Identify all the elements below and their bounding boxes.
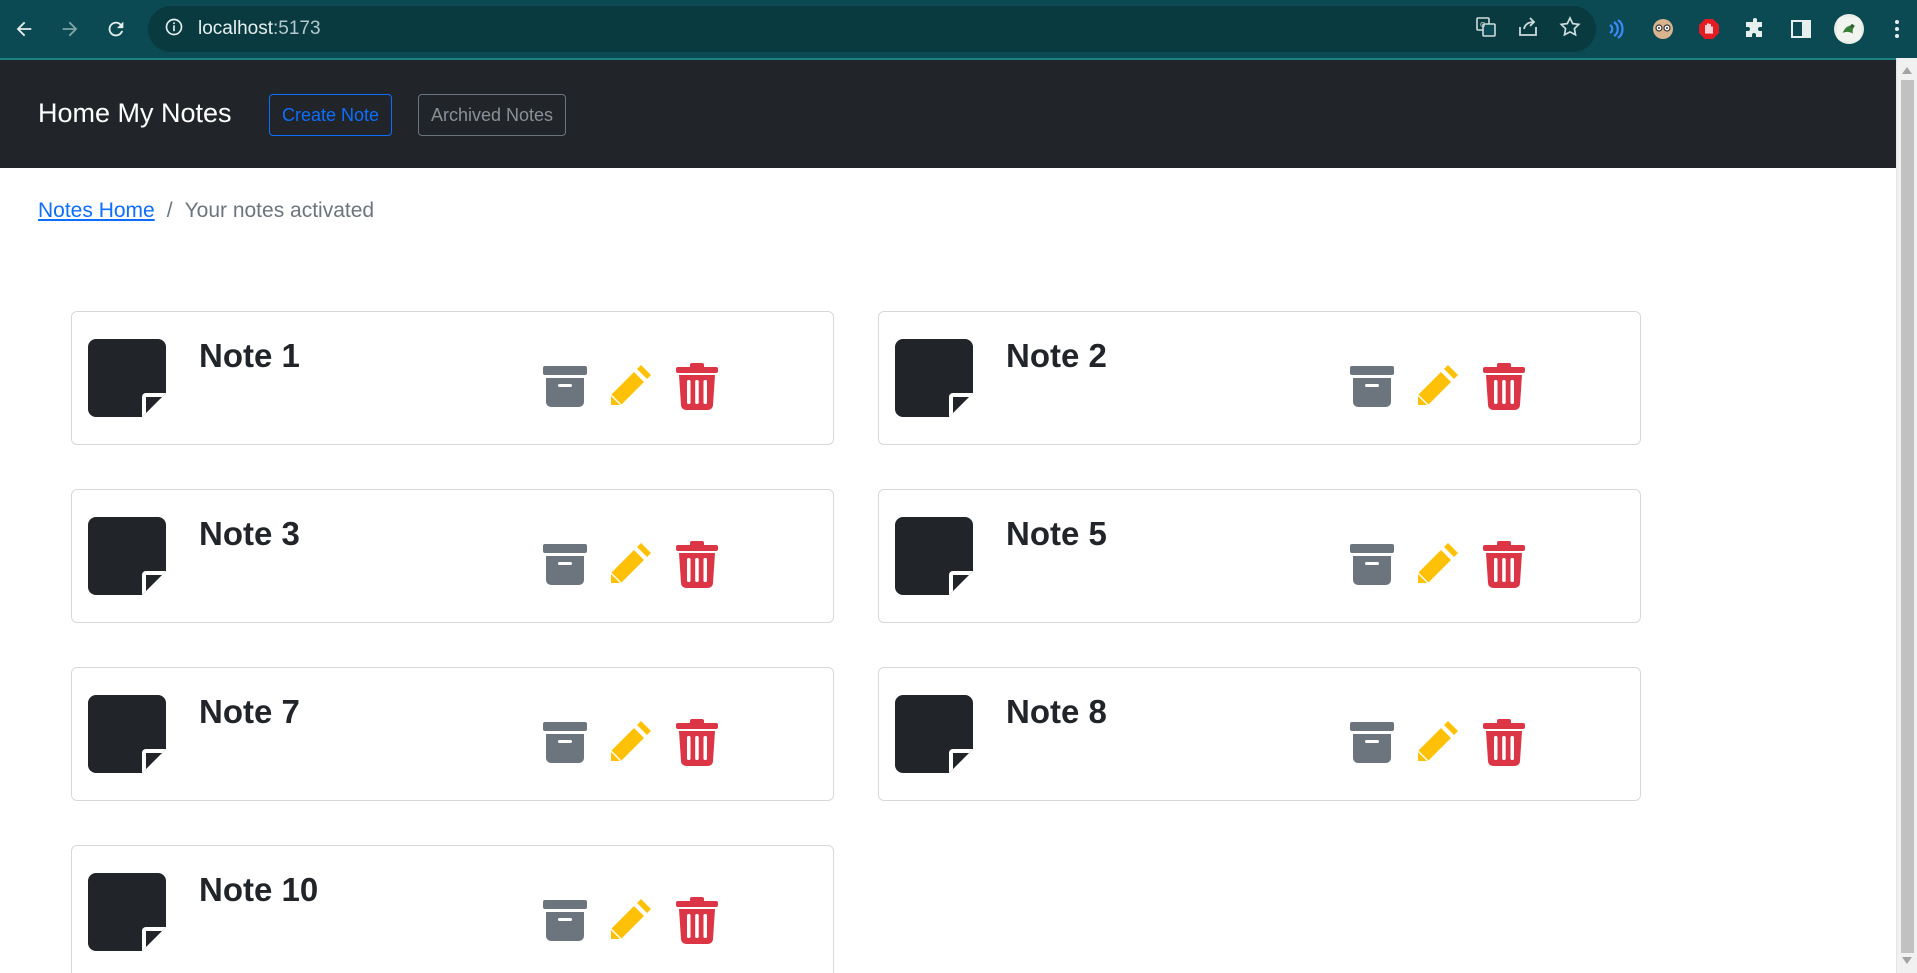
note-card: Note 5 <box>878 489 1641 623</box>
sticky-note-icon <box>88 339 166 417</box>
profile-avatar[interactable] <box>1834 14 1864 44</box>
adblock-hand-icon[interactable] <box>1696 16 1722 42</box>
forward-icon[interactable] <box>48 7 92 51</box>
site-info-icon[interactable] <box>164 17 184 42</box>
note-title: Note 1 <box>199 337 300 374</box>
archive-icon[interactable] <box>542 362 588 410</box>
wifi-extension-icon[interactable] <box>1604 16 1630 42</box>
archive-icon[interactable] <box>1349 362 1395 410</box>
url-port: :5173 <box>273 18 321 39</box>
sticky-note-icon <box>88 873 166 951</box>
breadcrumb: Notes Home / Your notes activated <box>38 199 374 223</box>
brand-title[interactable]: Home My Notes <box>38 98 232 129</box>
trash-icon[interactable] <box>1481 540 1527 588</box>
note-card: Note 10 <box>71 845 834 973</box>
pencil-icon[interactable] <box>1415 362 1461 410</box>
pencil-icon[interactable] <box>608 540 654 588</box>
pencil-icon[interactable] <box>608 896 654 944</box>
sticky-note-icon <box>895 339 973 417</box>
translate-icon[interactable]: G <box>1474 15 1498 44</box>
back-icon[interactable] <box>2 7 46 51</box>
scroll-thumb[interactable] <box>1901 80 1914 953</box>
note-actions <box>1349 540 1527 588</box>
note-title: Note 7 <box>199 693 300 730</box>
note-actions <box>542 540 720 588</box>
note-card: Note 1 <box>71 311 834 445</box>
trash-icon[interactable] <box>674 362 720 410</box>
sticky-note-icon <box>895 695 973 773</box>
browser-menu-icon[interactable] <box>1884 16 1910 42</box>
trash-icon[interactable] <box>1481 718 1527 766</box>
breadcrumb-home-link[interactable]: Notes Home <box>38 199 155 223</box>
note-actions <box>542 896 720 944</box>
extensions-puzzle-icon[interactable] <box>1742 16 1768 42</box>
note-actions <box>542 362 720 410</box>
bookmark-star-icon[interactable] <box>1558 15 1582 44</box>
archive-icon[interactable] <box>542 718 588 766</box>
sticky-note-icon <box>895 517 973 595</box>
scroll-up-arrow[interactable] <box>1902 67 1912 74</box>
archived-notes-button[interactable]: Archived Notes <box>418 94 567 136</box>
side-panel-icon[interactable] <box>1788 16 1814 42</box>
sticky-note-icon <box>88 517 166 595</box>
archive-icon[interactable] <box>1349 718 1395 766</box>
note-card: Note 8 <box>878 667 1641 801</box>
url-text: localhost:5173 <box>198 18 321 40</box>
create-note-button[interactable]: Create Note <box>269 94 393 136</box>
trash-icon[interactable] <box>674 896 720 944</box>
url-host: localhost <box>198 18 273 39</box>
pencil-icon[interactable] <box>608 718 654 766</box>
note-card: Note 3 <box>71 489 834 623</box>
reload-icon[interactable] <box>94 7 138 51</box>
archive-icon[interactable] <box>1349 540 1395 588</box>
face-extension-icon[interactable] <box>1650 16 1676 42</box>
scroll-down-arrow[interactable] <box>1902 957 1912 964</box>
app-navbar: Home My Notes Create Note Archived Notes <box>0 58 1896 168</box>
note-actions <box>1349 718 1527 766</box>
svg-text:G: G <box>1480 21 1485 29</box>
sticky-note-icon <box>88 695 166 773</box>
pencil-icon[interactable] <box>1415 718 1461 766</box>
note-title: Note 3 <box>199 515 300 552</box>
note-title: Note 10 <box>199 871 319 908</box>
trash-icon[interactable] <box>674 540 720 588</box>
note-title: Note 2 <box>1006 337 1107 374</box>
breadcrumb-separator: / <box>166 199 173 222</box>
browser-toolbar: localhost:5173 G <box>0 0 1917 58</box>
note-card: Note 7 <box>71 667 834 801</box>
pencil-icon[interactable] <box>608 362 654 410</box>
page-scrollbar[interactable] <box>1896 58 1917 973</box>
note-title: Note 8 <box>1006 693 1107 730</box>
share-icon[interactable] <box>1516 15 1540 44</box>
breadcrumb-current: Your notes activated <box>184 199 375 222</box>
archive-icon[interactable] <box>542 896 588 944</box>
pencil-icon[interactable] <box>1415 540 1461 588</box>
note-card: Note 2 <box>878 311 1641 445</box>
trash-icon[interactable] <box>1481 362 1527 410</box>
note-title: Note 5 <box>1006 515 1107 552</box>
archive-icon[interactable] <box>542 540 588 588</box>
trash-icon[interactable] <box>674 718 720 766</box>
note-actions <box>1349 362 1527 410</box>
note-actions <box>542 718 720 766</box>
address-bar[interactable]: localhost:5173 G <box>148 6 1596 52</box>
